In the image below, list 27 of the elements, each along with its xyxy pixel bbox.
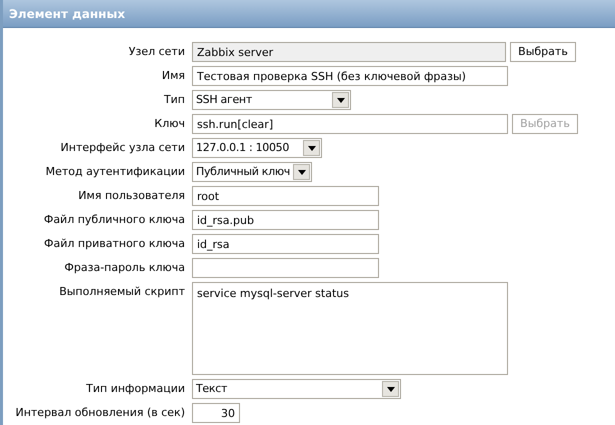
input-field[interactable]: Тестовая проверка SSH (без ключевой фразы)	[192, 66, 508, 86]
field-label: Имя	[162, 68, 185, 84]
dropdown[interactable]: SSH агент	[192, 90, 351, 110]
script-textarea[interactable]: service mysql-server status	[192, 282, 508, 375]
input-field[interactable]: id_rsa	[192, 234, 379, 254]
field-label: Фраза-пароль ключа	[64, 260, 185, 276]
input-field[interactable]: root	[192, 186, 379, 206]
field-label: Файл публичного ключа	[44, 212, 185, 228]
field-label: Выполняемый скрипт	[59, 284, 185, 300]
dropdown[interactable]: 127.0.0.1 : 10050	[192, 138, 322, 158]
field-label: Имя пользователя	[78, 188, 185, 204]
field-label: Тип информации	[86, 381, 185, 397]
input-field[interactable]: id_rsa.pub	[192, 210, 379, 230]
select-button[interactable]: Выбрать	[510, 42, 576, 62]
input-field[interactable]: 30	[192, 403, 240, 423]
field-label: Ключ	[154, 116, 185, 132]
input-field[interactable]: ssh.run[clear]	[192, 114, 508, 134]
field-label: Интервал обновления (в сек)	[15, 405, 185, 421]
section-title: Элемент данных	[9, 6, 126, 22]
dropdown[interactable]: Публичный ключ	[192, 162, 312, 182]
field-label: Интерфейс узла сети	[60, 140, 185, 156]
field-label: Тип	[164, 92, 185, 108]
field-label: Файл приватного ключа	[44, 236, 185, 252]
dropdown[interactable]: Текст	[192, 379, 401, 399]
input-field[interactable]: Zabbix server	[192, 42, 506, 62]
field-label: Узел сети	[128, 44, 185, 60]
field-label: Метод аутентификации	[46, 164, 185, 180]
